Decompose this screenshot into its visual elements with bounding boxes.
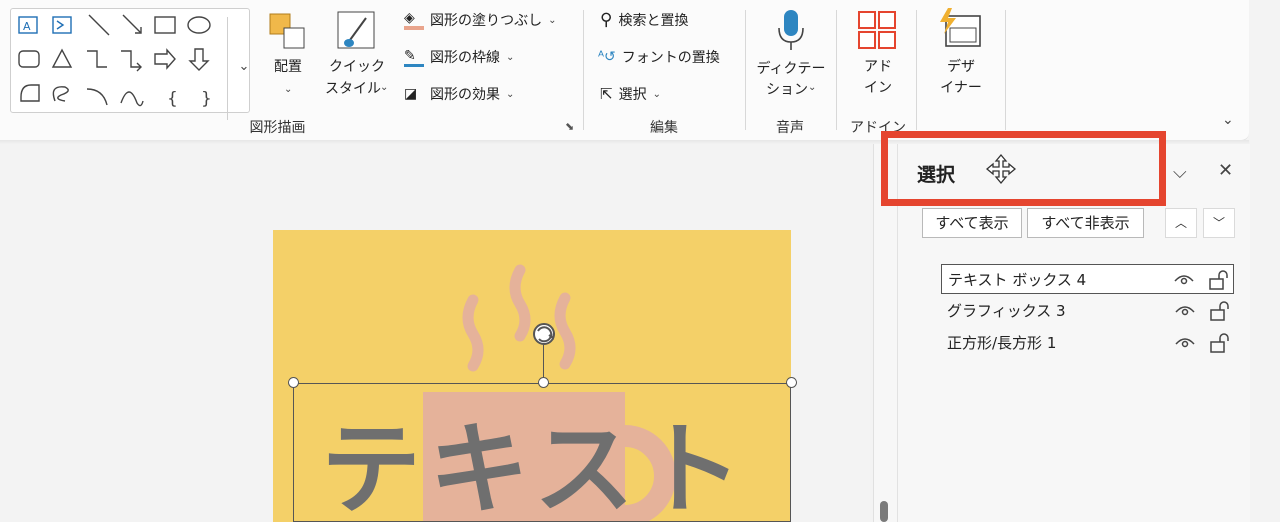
shape-icons[interactable]: A { }	[11, 9, 227, 112]
group-label-shapes: 図形描画	[249, 120, 306, 136]
scribble-icon	[52, 86, 69, 102]
effects-icon: ◪	[404, 86, 418, 102]
font-replace-icon: ᴬ↺	[598, 49, 616, 65]
show-all-button[interactable]: すべて表示	[922, 208, 1022, 238]
chevron-down-icon: ⌄	[652, 88, 661, 100]
chevron-down-icon: ⌄	[506, 51, 515, 63]
scrollbar-thumb[interactable]	[880, 501, 888, 522]
selection-box[interactable]	[293, 383, 791, 522]
unlock-icon[interactable]	[1208, 332, 1230, 354]
steam-3	[554, 292, 576, 370]
ribbon-divider	[583, 10, 584, 130]
shape-fill-label: 図形の塗りつぶし	[430, 13, 543, 29]
rotate-handle-icon[interactable]	[531, 321, 557, 347]
find-replace-button[interactable]: ⚲ 検索と置換	[600, 10, 688, 30]
select-label: 選択	[618, 87, 647, 103]
font-replace-button[interactable]: ᴬ↺ フォントの置換	[598, 47, 720, 67]
font-replace-label: フォントの置換	[621, 50, 720, 66]
ribbon-divider	[745, 10, 746, 130]
resize-handle-nw[interactable]	[288, 377, 299, 388]
triangle-icon	[51, 48, 73, 68]
chevron-down-icon: ⌄	[506, 88, 515, 100]
rectangle-icon	[154, 16, 176, 34]
group-label-voice: 音声	[776, 120, 804, 136]
visibility-eye-icon[interactable]	[1173, 269, 1195, 289]
oval-icon	[187, 16, 211, 34]
list-item[interactable]: 正方形/長方形 1	[941, 328, 1234, 358]
list-item[interactable]: テキスト ボックス 4	[941, 264, 1234, 294]
addins-line1[interactable]: アド	[858, 58, 898, 77]
steam-2	[509, 264, 531, 342]
designer-icon[interactable]	[938, 8, 984, 50]
pencil-icon: ✎	[404, 48, 424, 67]
hide-all-button[interactable]: すべて非表示	[1027, 208, 1144, 238]
arrange-icon[interactable]	[268, 12, 308, 52]
shape-effects-label: 図形の効果	[430, 87, 500, 103]
line-icon	[88, 14, 110, 36]
search-icon: ⚲	[600, 10, 613, 30]
shape-outline-label: 図形の枠線	[430, 50, 500, 66]
pane-options-chevron-icon[interactable]: ⌵	[1173, 162, 1187, 183]
dialog-launcher-icon[interactable]: ⬊	[565, 120, 574, 133]
select-button[interactable]: ⇱ 選択 ⌄	[600, 84, 661, 104]
cursor-icon: ⇱	[600, 85, 613, 103]
arrange-chevron-icon[interactable]: ⌄	[284, 84, 292, 95]
svg-text:{: {	[167, 89, 178, 109]
send-backward-icon[interactable]: ﹀	[1203, 208, 1235, 238]
visibility-eye-icon[interactable]	[1174, 300, 1196, 320]
quick-style-line2[interactable]: スタイル	[320, 80, 386, 99]
highlight-box	[881, 131, 1166, 206]
curve-icon	[120, 91, 144, 107]
microphone-icon[interactable]	[774, 8, 808, 54]
freeform-icon	[20, 84, 40, 102]
shape-outline-button[interactable]: ✎ 図形の枠線 ⌄	[404, 47, 514, 67]
rounded-rect-icon	[18, 50, 40, 68]
ribbon-divider	[1005, 10, 1006, 130]
designer-line2[interactable]: イナー	[938, 79, 984, 98]
resize-handle-ne[interactable]	[786, 377, 797, 388]
list-item-label: 正方形/長方形 1	[947, 334, 1057, 352]
bring-forward-icon[interactable]: ︿	[1165, 208, 1197, 238]
group-label-edit: 編集	[650, 120, 678, 136]
svg-text:A: A	[23, 20, 31, 33]
arrow-line-icon	[122, 14, 142, 34]
shapes-gallery[interactable]: A { } ⌄	[10, 8, 250, 120]
chevron-down-icon: ⌄	[548, 14, 557, 26]
list-item-label: テキスト ボックス 4	[948, 271, 1087, 289]
quick-style-line1[interactable]: クイック	[320, 58, 394, 77]
ribbon-divider	[916, 10, 917, 130]
quick-style-icon[interactable]	[336, 10, 378, 54]
addins-line2[interactable]: イン	[858, 79, 898, 98]
unlock-icon[interactable]	[1208, 300, 1230, 322]
svg-text:}: }	[201, 89, 212, 109]
unlock-icon[interactable]	[1207, 269, 1229, 291]
resize-handle-n[interactable]	[538, 377, 549, 388]
down-arrow-icon	[188, 48, 210, 71]
list-item-label: グラフィックス 3	[947, 302, 1066, 320]
steam-1	[462, 294, 484, 372]
gallery-more-icon[interactable]: ⌄	[227, 17, 260, 120]
arc-icon	[86, 88, 108, 106]
arrange-button[interactable]: 配置	[268, 58, 308, 77]
shape-fill-button[interactable]: ◈ 図形の塗りつぶし ⌄	[404, 10, 557, 30]
close-pane-icon[interactable]: ✕	[1218, 160, 1233, 181]
dictate-line1[interactable]: ディクテー	[755, 60, 827, 79]
elbow-connector-icon	[87, 50, 107, 68]
quick-style-chevron-icon[interactable]: ⌄	[380, 82, 388, 93]
addins-icon[interactable]	[857, 10, 899, 52]
visibility-eye-icon[interactable]	[1174, 332, 1196, 352]
find-replace-label: 検索と置換	[618, 13, 689, 29]
paint-bucket-icon: ◈	[404, 10, 424, 30]
designer-line1[interactable]: デザ	[938, 58, 984, 77]
shape-effects-button[interactable]: ◪ 図形の効果 ⌄	[404, 84, 514, 104]
list-item[interactable]: グラフィックス 3	[941, 296, 1234, 326]
collapse-ribbon-icon[interactable]: ⌄	[1222, 112, 1234, 128]
dictate-chevron-icon[interactable]: ⌄	[808, 82, 816, 93]
ribbon-divider	[836, 10, 837, 130]
right-arrow-icon	[154, 48, 176, 70]
